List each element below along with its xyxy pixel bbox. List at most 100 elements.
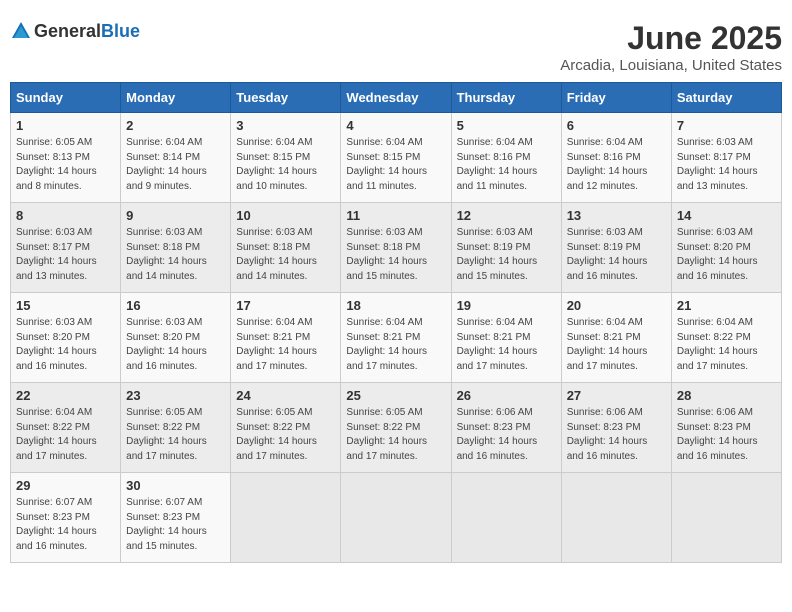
day-number: 1 bbox=[16, 118, 115, 133]
day-number: 21 bbox=[677, 298, 776, 313]
calendar-row: 8 Sunrise: 6:03 AMSunset: 8:17 PMDaylight… bbox=[11, 203, 782, 293]
calendar-cell: 7Sunrise: 6:03 AMSunset: 8:17 PMDaylight… bbox=[671, 113, 781, 203]
calendar-row: 1 Sunrise: 6:05 AMSunset: 8:13 PMDaylight… bbox=[11, 113, 782, 203]
day-info: Sunrise: 6:04 AMSunset: 8:15 PMDaylight:… bbox=[346, 136, 445, 194]
day-number: 25 bbox=[346, 388, 445, 403]
day-number: 24 bbox=[236, 388, 335, 403]
calendar-cell: 9Sunrise: 6:03 AMSunset: 8:18 PMDaylight… bbox=[121, 203, 231, 293]
day-info: Sunrise: 6:05 AMSunset: 8:22 PMDaylight:… bbox=[126, 406, 225, 464]
calendar-cell: 19Sunrise: 6:04 AMSunset: 8:21 PMDayligh… bbox=[451, 293, 561, 383]
day-number: 3 bbox=[236, 118, 335, 133]
calendar-cell: 14 Sunrise: 6:03 AMSunset: 8:20 PMDayligh… bbox=[671, 203, 781, 293]
day-info: Sunrise: 6:04 AMSunset: 8:16 PMDaylight:… bbox=[567, 136, 666, 194]
day-info: Sunrise: 6:04 AMSunset: 8:15 PMDaylight:… bbox=[236, 136, 335, 194]
calendar-table: SundayMondayTuesdayWednesdayThursdayFrid… bbox=[10, 82, 782, 563]
day-number: 12 bbox=[457, 208, 556, 223]
day-number: 20 bbox=[567, 298, 666, 313]
calendar-cell: 11Sunrise: 6:03 AMSunset: 8:18 PMDayligh… bbox=[341, 203, 451, 293]
calendar-cell: 26Sunrise: 6:06 AMSunset: 8:23 PMDayligh… bbox=[451, 383, 561, 473]
calendar-cell: 13 Sunrise: 6:03 AMSunset: 8:19 PMDayligh… bbox=[561, 203, 671, 293]
day-number: 4 bbox=[346, 118, 445, 133]
day-number: 15 bbox=[16, 298, 115, 313]
calendar-cell: 30 Sunrise: 6:07 AMSunset: 8:23 PMDayligh… bbox=[121, 473, 231, 563]
calendar-cell: 4 Sunrise: 6:04 AMSunset: 8:15 PMDaylight… bbox=[341, 113, 451, 203]
day-info: Sunrise: 6:03 AMSunset: 8:19 PMDaylight:… bbox=[567, 226, 666, 284]
day-number: 10 bbox=[236, 208, 335, 223]
day-info: Sunrise: 6:03 AMSunset: 8:19 PMDaylight:… bbox=[457, 226, 556, 284]
calendar-col-friday: Friday bbox=[561, 83, 671, 113]
day-info: Sunrise: 6:04 AMSunset: 8:14 PMDaylight:… bbox=[126, 136, 225, 194]
day-number: 28 bbox=[677, 388, 776, 403]
calendar-row: 15 Sunrise: 6:03 AMSunset: 8:20 PMDayligh… bbox=[11, 293, 782, 383]
day-info: Sunrise: 6:03 AMSunset: 8:17 PMDaylight:… bbox=[16, 226, 115, 284]
day-info: Sunrise: 6:03 AMSunset: 8:20 PMDaylight:… bbox=[126, 316, 225, 374]
day-info: Sunrise: 6:05 AMSunset: 8:13 PMDaylight:… bbox=[16, 136, 115, 194]
calendar-cell: 24Sunrise: 6:05 AMSunset: 8:22 PMDayligh… bbox=[231, 383, 341, 473]
day-number: 17 bbox=[236, 298, 335, 313]
calendar-row: 22Sunrise: 6:04 AMSunset: 8:22 PMDayligh… bbox=[11, 383, 782, 473]
logo-general: General bbox=[34, 21, 101, 41]
title-block: June 2025 Arcadia, Louisiana, United Sta… bbox=[560, 20, 782, 74]
calendar-cell: 8 Sunrise: 6:03 AMSunset: 8:17 PMDaylight… bbox=[11, 203, 121, 293]
calendar-cell: 29Sunrise: 6:07 AMSunset: 8:23 PMDayligh… bbox=[11, 473, 121, 563]
calendar-header-row: SundayMondayTuesdayWednesdayThursdayFrid… bbox=[11, 83, 782, 113]
day-info: Sunrise: 6:04 AMSunset: 8:21 PMDaylight:… bbox=[346, 316, 445, 374]
logo: GeneralBlue bbox=[10, 20, 140, 42]
calendar-cell: 18 Sunrise: 6:04 AMSunset: 8:21 PMDayligh… bbox=[341, 293, 451, 383]
calendar-cell: 5Sunrise: 6:04 AMSunset: 8:16 PMDaylight… bbox=[451, 113, 561, 203]
calendar-cell: 1 Sunrise: 6:05 AMSunset: 8:13 PMDaylight… bbox=[11, 113, 121, 203]
day-info: Sunrise: 6:03 AMSunset: 8:17 PMDaylight:… bbox=[677, 136, 776, 194]
calendar-col-saturday: Saturday bbox=[671, 83, 781, 113]
day-number: 16 bbox=[126, 298, 225, 313]
calendar-cell: 23 Sunrise: 6:05 AMSunset: 8:22 PMDayligh… bbox=[121, 383, 231, 473]
day-number: 18 bbox=[346, 298, 445, 313]
day-number: 8 bbox=[16, 208, 115, 223]
day-info: Sunrise: 6:04 AMSunset: 8:16 PMDaylight:… bbox=[457, 136, 556, 194]
calendar-cell: 28 Sunrise: 6:06 AMSunset: 8:23 PMDayligh… bbox=[671, 383, 781, 473]
calendar-cell bbox=[231, 473, 341, 563]
day-info: Sunrise: 6:04 AMSunset: 8:22 PMDaylight:… bbox=[16, 406, 115, 464]
calendar-col-wednesday: Wednesday bbox=[341, 83, 451, 113]
day-info: Sunrise: 6:04 AMSunset: 8:21 PMDaylight:… bbox=[236, 316, 335, 374]
calendar-col-sunday: Sunday bbox=[11, 83, 121, 113]
logo-icon bbox=[10, 20, 32, 42]
calendar-row: 29 Sunrise: 6:07 AMSunset: 8:23 PMDayligh… bbox=[11, 473, 782, 563]
logo-blue: Blue bbox=[101, 21, 140, 41]
day-info: Sunrise: 6:07 AMSunset: 8:23 PMDaylight:… bbox=[126, 496, 225, 554]
calendar-cell bbox=[561, 473, 671, 563]
calendar-cell: 27 Sunrise: 6:06 AMSunset: 8:23 PMDayligh… bbox=[561, 383, 671, 473]
day-info: Sunrise: 6:03 AMSunset: 8:20 PMDaylight:… bbox=[16, 316, 115, 374]
day-info: Sunrise: 6:05 AMSunset: 8:22 PMDaylight:… bbox=[346, 406, 445, 464]
calendar-cell: 12 Sunrise: 6:03 AMSunset: 8:19 PMDayligh… bbox=[451, 203, 561, 293]
calendar-cell: 20 Sunrise: 6:04 AMSunset: 8:21 PMDayligh… bbox=[561, 293, 671, 383]
day-number: 14 bbox=[677, 208, 776, 223]
calendar-cell: 15 Sunrise: 6:03 AMSunset: 8:20 PMDayligh… bbox=[11, 293, 121, 383]
main-title: June 2025 bbox=[560, 20, 782, 57]
calendar-cell: 16 Sunrise: 6:03 AMSunset: 8:20 PMDayligh… bbox=[121, 293, 231, 383]
day-info: Sunrise: 6:03 AMSunset: 8:20 PMDaylight:… bbox=[677, 226, 776, 284]
calendar-cell: 3 Sunrise: 6:04 AMSunset: 8:15 PMDaylight… bbox=[231, 113, 341, 203]
day-info: Sunrise: 6:06 AMSunset: 8:23 PMDaylight:… bbox=[567, 406, 666, 464]
calendar-col-monday: Monday bbox=[121, 83, 231, 113]
calendar-cell bbox=[451, 473, 561, 563]
day-number: 29 bbox=[16, 478, 115, 493]
day-number: 11 bbox=[346, 208, 445, 223]
calendar-cell: 2 Sunrise: 6:04 AMSunset: 8:14 PMDaylight… bbox=[121, 113, 231, 203]
calendar-cell bbox=[671, 473, 781, 563]
day-info: Sunrise: 6:04 AMSunset: 8:21 PMDaylight:… bbox=[567, 316, 666, 374]
day-number: 30 bbox=[126, 478, 225, 493]
day-number: 9 bbox=[126, 208, 225, 223]
day-info: Sunrise: 6:06 AMSunset: 8:23 PMDaylight:… bbox=[677, 406, 776, 464]
calendar-col-tuesday: Tuesday bbox=[231, 83, 341, 113]
day-number: 26 bbox=[457, 388, 556, 403]
day-number: 27 bbox=[567, 388, 666, 403]
calendar-cell bbox=[341, 473, 451, 563]
day-number: 23 bbox=[126, 388, 225, 403]
calendar-cell: 25 Sunrise: 6:05 AMSunset: 8:22 PMDayligh… bbox=[341, 383, 451, 473]
day-number: 13 bbox=[567, 208, 666, 223]
page: GeneralBlue June 2025 Arcadia, Louisiana… bbox=[10, 10, 782, 563]
day-number: 6 bbox=[567, 118, 666, 133]
day-info: Sunrise: 6:03 AMSunset: 8:18 PMDaylight:… bbox=[236, 226, 335, 284]
day-info: Sunrise: 6:04 AMSunset: 8:21 PMDaylight:… bbox=[457, 316, 556, 374]
day-number: 2 bbox=[126, 118, 225, 133]
